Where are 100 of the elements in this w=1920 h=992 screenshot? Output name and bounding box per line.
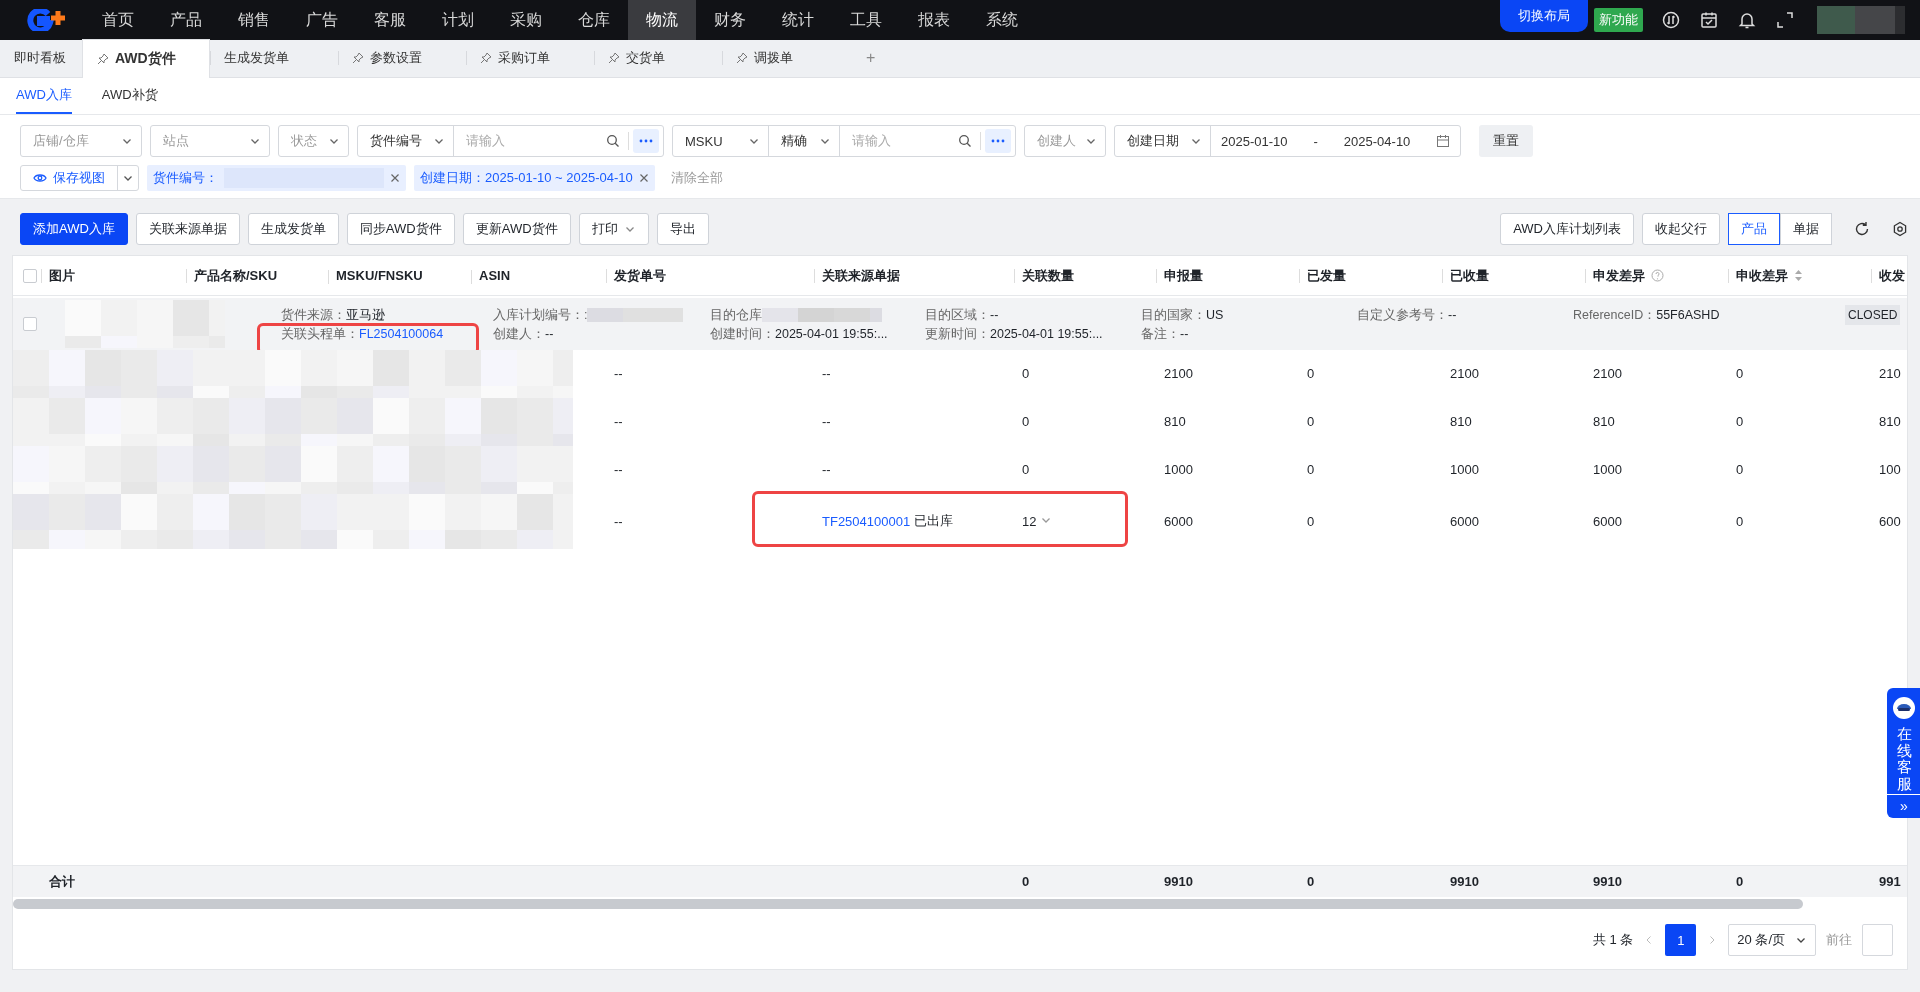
action-button[interactable]: 更新AWD货件	[462, 213, 571, 245]
field-text: 货件来源：亚马逊	[281, 306, 385, 324]
column-header[interactable]: 图片	[49, 266, 75, 285]
column-header[interactable]: MSKU/FNSKU	[336, 268, 423, 283]
nav-item[interactable]: 采购	[492, 0, 560, 40]
action-button[interactable]: 导出	[656, 213, 709, 245]
sync-icon[interactable]	[1661, 10, 1681, 30]
field-text: 备注：--	[1141, 325, 1189, 343]
scrollbar[interactable]	[13, 899, 1803, 909]
tab[interactable]: 交货单	[594, 39, 722, 77]
column-header[interactable]: 申发差异	[1593, 266, 1645, 285]
column-header[interactable]: 申报量	[1164, 266, 1203, 285]
shipment-link[interactable]: FL2504100064	[359, 327, 444, 341]
nav-item[interactable]: 客服	[356, 0, 424, 40]
filter-chip[interactable]: 货件编号：	[147, 165, 406, 191]
column-header[interactable]: 发货单号	[614, 266, 666, 285]
reset-button[interactable]: 重置	[1479, 125, 1534, 157]
pin-icon[interactable]	[480, 52, 492, 64]
online-service-label[interactable]: 在线客服	[1896, 726, 1912, 792]
tab[interactable]: 生成发货单	[210, 39, 338, 77]
date-range-field[interactable]: 2025-01-10 - 2025-04-10	[1211, 133, 1461, 149]
field-text: 自定义参考号：--	[1357, 306, 1457, 324]
total-cell-text: 0	[1021, 874, 1031, 889]
action-button[interactable]: 添加AWD入库	[20, 213, 128, 245]
page-size-select[interactable]: 20 条/页	[1728, 924, 1816, 956]
nav-item[interactable]: 首页	[84, 0, 152, 40]
sub-tab[interactable]: AWD补货	[101, 78, 158, 114]
nav-item[interactable]: 计划	[424, 0, 492, 40]
total-cell-text: 9910	[1163, 874, 1194, 889]
column-header[interactable]: 关联来源单据	[822, 266, 900, 285]
page-button[interactable]: 1	[1665, 924, 1697, 956]
tab[interactable]: 参数设置	[338, 39, 466, 77]
view-toggle[interactable]: 产品	[1728, 213, 1780, 245]
table-cell: 12	[1022, 513, 1037, 529]
checkbox[interactable]	[23, 268, 37, 283]
tab[interactable]: 采购订单	[466, 39, 594, 77]
field-text: 目的国家：US	[1141, 306, 1224, 324]
pin-icon[interactable]	[736, 52, 748, 64]
calendar-check-icon[interactable]	[1699, 10, 1719, 30]
settings-icon[interactable]	[1892, 221, 1908, 237]
table-cell: 6000	[1164, 513, 1193, 529]
column-header[interactable]: 申收差异	[1736, 266, 1788, 285]
column-header[interactable]: 收发	[1879, 266, 1905, 285]
action-button[interactable]: AWD入库计划列表	[1500, 213, 1634, 245]
nav-item[interactable]: 产品	[152, 0, 220, 40]
calendar-icon[interactable]	[1436, 134, 1451, 148]
filter-chip[interactable]: 创建日期：2025-01-10 ~ 2025-04-10	[414, 165, 655, 191]
table-cell: 1000	[1164, 462, 1193, 477]
date-type-select[interactable]: 创建日期	[1115, 125, 1211, 157]
nav-item[interactable]: 统计	[764, 0, 832, 40]
status-tag: CLOSED	[1845, 305, 1901, 325]
close-icon[interactable]	[638, 173, 649, 183]
nav-item[interactable]: 报表	[900, 0, 968, 40]
field-label: 入库计划编号：:	[493, 306, 588, 324]
sort-icon[interactable]	[1794, 269, 1803, 282]
action-button[interactable]: 生成发货单	[247, 213, 339, 245]
tab[interactable]: 调拨单	[722, 39, 850, 77]
action-button[interactable]: 收起父行	[1642, 213, 1720, 245]
nav-item[interactable]: 广告	[288, 0, 356, 40]
column-header[interactable]: 已收量	[1450, 266, 1489, 285]
column-header[interactable]: ASIN	[479, 268, 511, 283]
eye-icon[interactable]	[33, 173, 47, 183]
table-cell: 0	[1736, 462, 1744, 477]
nav-item[interactable]: 财务	[696, 0, 764, 40]
pin-icon[interactable]	[608, 52, 620, 64]
bell-icon[interactable]	[1737, 10, 1757, 30]
table-cell: 810	[1879, 414, 1901, 429]
pin-icon[interactable]	[352, 52, 364, 64]
nav-item[interactable]: 销售	[220, 0, 288, 40]
total-cell-text: 9910	[1592, 874, 1623, 889]
action-button[interactable]: 打印	[578, 213, 649, 245]
checkbox[interactable]	[23, 317, 37, 331]
nav-item[interactable]: 物流	[628, 0, 696, 40]
goto-page-field[interactable]	[1862, 924, 1893, 956]
column-header[interactable]: 关联数量	[1022, 266, 1074, 285]
table-cell: 0	[1307, 414, 1315, 429]
refresh-icon[interactable]	[1854, 221, 1870, 237]
column-header[interactable]: 已发量	[1307, 266, 1346, 285]
close-icon[interactable]	[390, 173, 400, 183]
view-toggle[interactable]: 单据	[1780, 213, 1832, 245]
table-cell: --	[822, 414, 831, 429]
collapse-button[interactable]: »	[1887, 794, 1920, 818]
nav-item[interactable]: 工具	[832, 0, 900, 40]
action-button[interactable]: 同步AWD货件	[346, 213, 455, 245]
table-cell: --	[614, 366, 623, 381]
nav-item[interactable]: 系统	[968, 0, 1036, 40]
headset-icon[interactable]	[1892, 696, 1916, 720]
table-cell: --	[614, 513, 623, 529]
table-cell: 0	[1736, 513, 1744, 529]
table-cell: 0	[1022, 462, 1030, 477]
nav-item[interactable]: 仓库	[560, 0, 628, 40]
switch-layout-button[interactable]: 切换布局	[1500, 0, 1588, 32]
table-cell: 0	[1307, 462, 1315, 477]
tab[interactable]: 即时看板	[0, 39, 82, 77]
tab[interactable]: AWD货件	[82, 39, 210, 78]
action-button[interactable]: 关联来源单据	[135, 213, 240, 245]
pin-icon[interactable]	[97, 53, 109, 65]
source-doc-link[interactable]: TF2504100001	[822, 513, 911, 529]
column-header[interactable]: 产品名称/SKU	[194, 266, 278, 285]
fullscreen-icon[interactable]	[1775, 10, 1795, 30]
